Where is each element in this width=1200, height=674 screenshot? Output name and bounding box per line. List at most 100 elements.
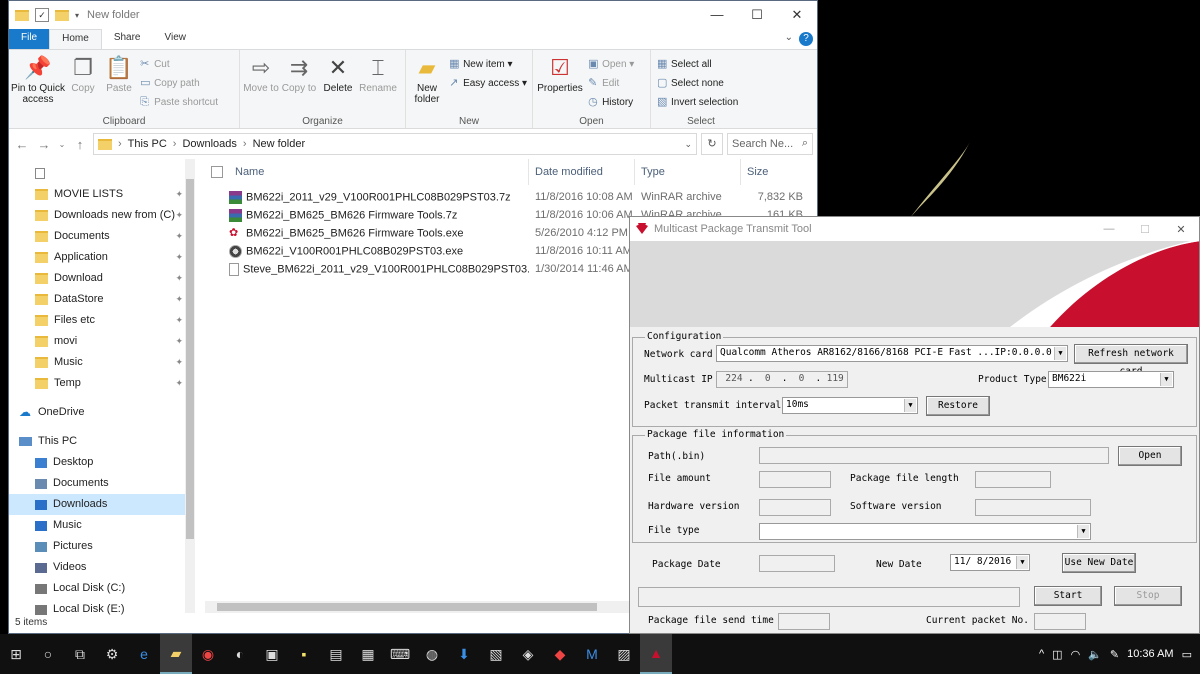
help-icon[interactable]: ? <box>799 32 813 46</box>
address-dropdown-icon[interactable]: ⌄ <box>684 139 692 150</box>
back-arrow-icon[interactable]: ← <box>13 137 31 152</box>
search-box[interactable]: Search Ne... ⌕ <box>727 133 813 155</box>
new-folder-icon[interactable] <box>55 9 69 21</box>
keyboard-icon[interactable]: ⌨ <box>384 634 416 674</box>
pen-icon[interactable]: ✎ <box>1110 648 1119 661</box>
network-card-select[interactable]: Qualcomm Atheros AR8162/8166/8168 PCI-E … <box>716 345 1068 362</box>
sidebar-item-quick-6[interactable]: Files etc ✦ <box>9 310 185 331</box>
new-item-button[interactable]: ▦ New item ▾ <box>449 56 527 72</box>
app-icon[interactable]: ▨ <box>608 634 640 674</box>
sidebar-item-quick-5[interactable]: DataStore ✦ <box>9 289 185 310</box>
address-bar[interactable]: › This PC › Downloads › New folder ⌄ <box>93 133 697 155</box>
delete-button[interactable]: ✕ Delete <box>318 53 358 94</box>
h-scroll-thumb[interactable] <box>217 603 597 611</box>
network-icon[interactable]: ◫ <box>1052 648 1062 661</box>
copy-to-button[interactable]: ⇉ Copy to <box>280 53 318 94</box>
close-button[interactable]: ✕ <box>777 1 817 29</box>
start-button[interactable]: Start <box>1034 586 1102 606</box>
copy-button[interactable]: ❐ Copy <box>65 53 101 94</box>
paste-shortcut-button[interactable]: ⎘ Paste shortcut <box>140 94 218 110</box>
product-type-select[interactable]: BM622i ▼ <box>1048 371 1174 388</box>
sidebar-item-pc-5[interactable]: Videos <box>9 557 185 578</box>
tool-close-button[interactable]: ✕ <box>1163 223 1199 236</box>
chevron-down-icon[interactable]: ▾ <box>75 11 79 20</box>
sidebar-item-pc-0[interactable]: Desktop <box>9 452 185 473</box>
use-new-date-button[interactable]: Use New Date <box>1062 553 1136 573</box>
tab-share[interactable]: Share <box>102 29 153 49</box>
clock[interactable]: 10:36 AM <box>1127 648 1173 660</box>
refresh-icon[interactable]: ↻ <box>701 133 723 155</box>
open-button[interactable]: ▣ Open ▾ <box>588 56 634 72</box>
minimize-button[interactable]: — <box>697 1 737 29</box>
malwarebytes-icon[interactable]: M <box>576 634 608 674</box>
col-type[interactable]: Type <box>635 158 741 185</box>
app-icon[interactable]: ◆ <box>544 634 576 674</box>
nav-scroll-thumb[interactable] <box>186 179 194 539</box>
col-name[interactable]: Name <box>229 158 529 185</box>
ribbon-expand-icon[interactable]: ⌄ <box>785 32 793 43</box>
cut-button[interactable]: ✂ Cut <box>140 56 218 72</box>
sidebar-item-pc-3[interactable]: Music <box>9 515 185 536</box>
tool-maximize-button[interactable]: ☐ <box>1127 223 1163 236</box>
select-all-button[interactable]: ▦ Select all <box>657 56 738 72</box>
packet-interval-select[interactable]: 10ms ▼ <box>782 397 918 414</box>
sidebar-item-quick-3[interactable]: Application ✦ <box>9 247 185 268</box>
tool-minimize-button[interactable]: — <box>1091 223 1127 235</box>
restore-button[interactable]: Restore <box>926 396 990 416</box>
cortana-search-icon[interactable]: ○ <box>32 634 64 674</box>
recent-chevron-icon[interactable]: ⌄ <box>57 140 67 149</box>
nav-onedrive[interactable]: ☁ OneDrive <box>9 402 185 423</box>
sidebar-item-quick-2[interactable]: Documents ✦ <box>9 226 185 247</box>
volume-icon[interactable]: 🔈 <box>1088 648 1102 661</box>
table-row[interactable]: BM622i_2011_v29_V100R001PHLC08B029PST03.… <box>205 188 817 206</box>
rename-button[interactable]: ⌶ Rename <box>358 53 398 94</box>
new-date-picker[interactable]: 11/ 8/2016 ▼ <box>950 554 1030 571</box>
wifi-icon[interactable]: ◠ <box>1071 648 1081 661</box>
sidebar-item-pc-6[interactable]: Local Disk (C:) <box>9 578 185 599</box>
stop-button[interactable]: Stop <box>1114 586 1182 606</box>
col-date-modified[interactable]: Date modified <box>529 158 635 185</box>
edge-browser-icon[interactable]: e <box>128 634 160 674</box>
file-type-select[interactable]: ▼ <box>759 523 1091 540</box>
multicast-ip-field[interactable]: 224. 0. 0. 119 <box>716 371 848 388</box>
huawei-tool-taskbar-icon[interactable]: ▲ <box>640 634 672 674</box>
nav-this-pc[interactable]: This PC <box>9 431 185 452</box>
tab-home[interactable]: Home <box>49 29 102 49</box>
breadcrumb-this-pc[interactable]: This PC <box>128 138 167 150</box>
forward-arrow-icon[interactable]: → <box>35 137 53 152</box>
select-all-checkbox[interactable] <box>211 165 223 178</box>
chrome-icon[interactable]: ◉ <box>192 634 224 674</box>
app-icon[interactable]: ▤ <box>320 634 352 674</box>
app-icon[interactable]: ◍ <box>416 634 448 674</box>
tab-file[interactable]: File <box>9 29 50 49</box>
pin-to-quick-access-button[interactable]: 📌 Pin to Quick access <box>11 53 65 105</box>
download-icon[interactable]: ⬇ <box>448 634 480 674</box>
app-icon[interactable]: ▧ <box>480 634 512 674</box>
properties-icon[interactable]: ✓ <box>35 8 49 22</box>
select-none-button[interactable]: ▢ Select none <box>657 75 738 91</box>
sidebar-item-pc-4[interactable]: Pictures <box>9 536 185 557</box>
breadcrumb-new-folder[interactable]: New folder <box>253 138 306 150</box>
paste-button[interactable]: 📋 Paste <box>101 53 137 94</box>
move-to-button[interactable]: ⇨ Move to <box>242 53 280 94</box>
sidebar-item-pc-1[interactable]: Documents <box>9 473 185 494</box>
maximize-button[interactable]: ☐ <box>737 1 777 29</box>
new-folder-button[interactable]: ▰ New folder <box>408 53 446 105</box>
path-field[interactable] <box>759 447 1109 464</box>
app-icon[interactable]: ◈ <box>512 634 544 674</box>
sidebar-item-quick-8[interactable]: Music ✦ <box>9 352 185 373</box>
breadcrumb-downloads[interactable]: Downloads <box>182 138 236 150</box>
nav-scrollbar[interactable] <box>185 159 195 613</box>
properties-button[interactable]: ☑ Properties <box>535 53 585 94</box>
history-button[interactable]: ◷ History <box>588 94 634 110</box>
sidebar-item-quick-0[interactable]: MOVIE LISTS ✦ <box>9 184 185 205</box>
notifications-icon[interactable]: ▭ <box>1182 648 1192 661</box>
invert-selection-button[interactable]: ▧ Invert selection <box>657 94 738 110</box>
app-icon[interactable]: ◐ <box>224 634 256 674</box>
up-arrow-icon[interactable]: ↑ <box>71 137 89 152</box>
edit-button[interactable]: ✎ Edit <box>588 75 634 91</box>
app-icon[interactable]: ▦ <box>352 634 384 674</box>
file-explorer-taskbar-icon[interactable]: ▰ <box>160 634 192 674</box>
sidebar-item-pc-2[interactable]: Downloads <box>9 494 185 515</box>
sidebar-item-quick-1[interactable]: Downloads new from (C) ✦ <box>9 205 185 226</box>
